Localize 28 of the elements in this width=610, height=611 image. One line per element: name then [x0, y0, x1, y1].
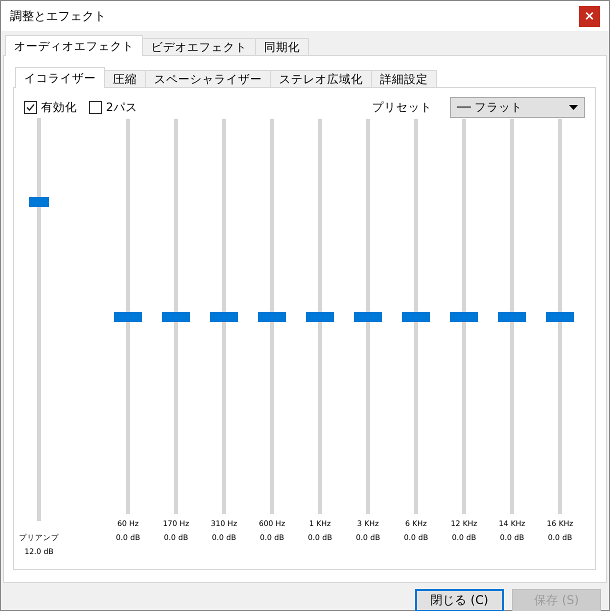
slider-thumb[interactable]: [498, 312, 526, 322]
tab[interactable]: ステレオ広域化: [270, 70, 372, 88]
dialog-button[interactable]: 閉じる (C): [415, 589, 504, 611]
preset-label: プリセット: [372, 100, 432, 114]
slider-thumb[interactable]: [210, 312, 238, 322]
slider-thumb[interactable]: [306, 312, 334, 322]
preset-dropdown[interactable]: ── フラット: [450, 96, 585, 118]
tab[interactable]: スペーシャライザー: [145, 70, 271, 88]
dropdown-arrow-icon: [569, 104, 578, 110]
tab[interactable]: 同期化: [255, 38, 309, 56]
slider-thumb[interactable]: [450, 312, 478, 322]
window-title: 調整とエフェクト: [10, 8, 106, 24]
slider-thumb[interactable]: [162, 312, 190, 322]
slider-thumb[interactable]: [402, 312, 430, 322]
tab[interactable]: オーディオエフェクト: [5, 35, 143, 56]
close-button[interactable]: ×: [579, 6, 600, 26]
slider-thumb[interactable]: [114, 312, 142, 322]
tab[interactable]: 圧縮: [104, 70, 146, 88]
checkbox[interactable]: [89, 100, 102, 114]
checkbox-label: 2パス: [106, 100, 138, 114]
checkbox-label: 有効化: [41, 100, 77, 114]
slider-thumb[interactable]: [546, 312, 574, 322]
slider-thumb[interactable]: [258, 312, 286, 322]
tab[interactable]: 詳細設定: [371, 70, 437, 88]
slider-thumb[interactable]: [29, 196, 49, 207]
slider-thumb[interactable]: [354, 312, 382, 322]
checkbox[interactable]: [24, 100, 37, 114]
tab[interactable]: イコライザー: [15, 67, 105, 88]
